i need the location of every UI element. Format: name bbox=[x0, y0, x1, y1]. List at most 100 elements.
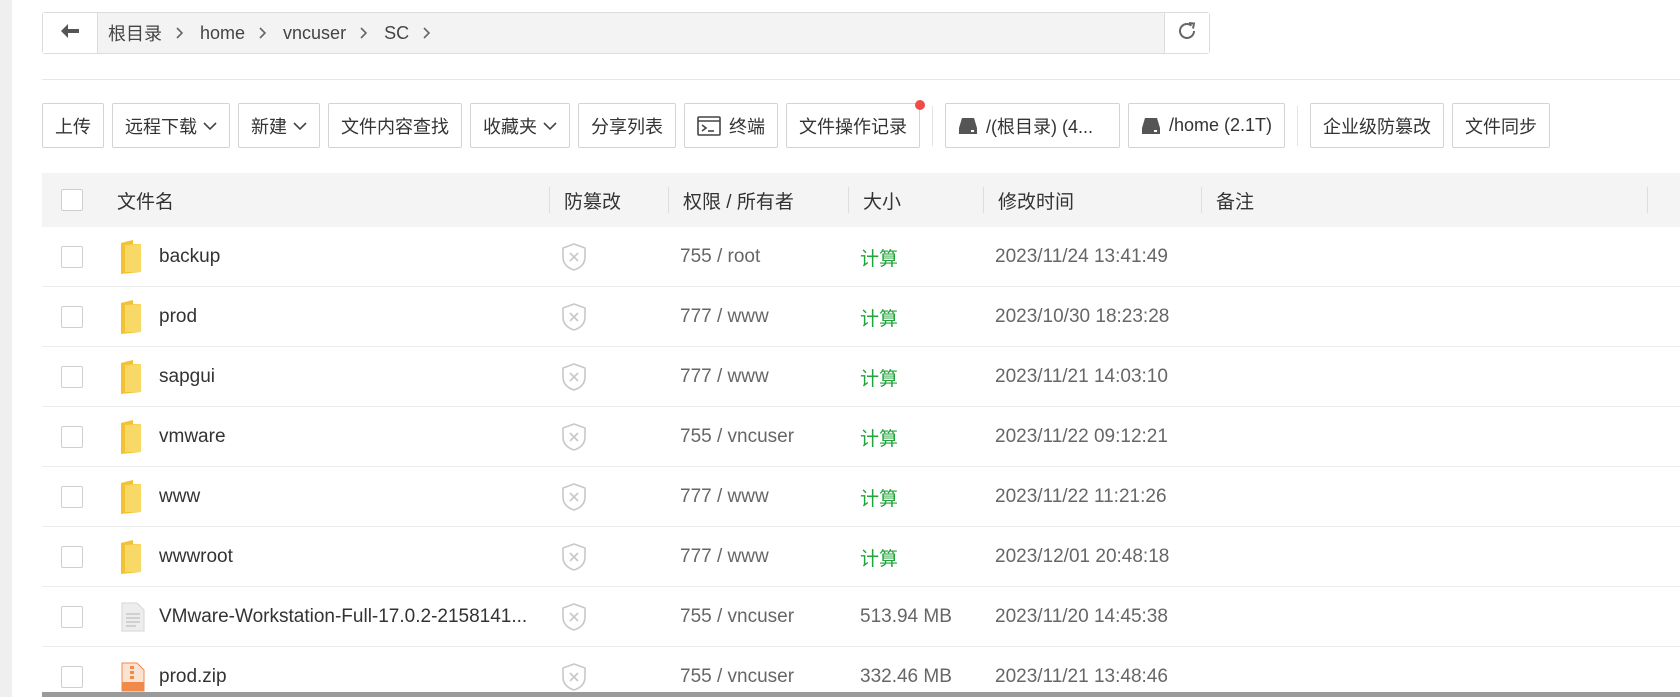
header-remark: 备注 bbox=[1216, 191, 1255, 213]
table-row[interactable]: vmware 755 / vncuser 计算 2023/11/22 09:12… bbox=[42, 407, 1680, 467]
row-checkbox[interactable] bbox=[61, 666, 83, 688]
terminal-button[interactable]: 终端 bbox=[684, 103, 778, 148]
file-name[interactable]: backup bbox=[159, 227, 220, 287]
row-checkbox[interactable] bbox=[61, 246, 83, 268]
left-scroll-strip bbox=[0, 0, 12, 697]
table-row[interactable]: prod.zip 755 / vncuser 332.46 MB 2023/11… bbox=[42, 647, 1680, 697]
size-calc-link[interactable]: 计算 bbox=[860, 467, 898, 527]
row-checkbox-cell bbox=[61, 467, 83, 527]
mtime: 2023/11/22 11:21:26 bbox=[995, 486, 1167, 507]
size-calc-link[interactable]: 计算 bbox=[860, 407, 898, 467]
table-row[interactable]: backup 755 / root 计算 2023/11/24 13:41:49 bbox=[42, 227, 1680, 287]
size-calc-link[interactable]: 计算 bbox=[860, 227, 898, 287]
file-size: 332.46 MB bbox=[860, 666, 952, 687]
new-button[interactable]: 新建 bbox=[238, 103, 320, 148]
header-size[interactable]: 大小 bbox=[863, 173, 901, 227]
file-name[interactable]: prod bbox=[159, 287, 197, 347]
perm-owner[interactable]: 755 / vncuser bbox=[680, 407, 794, 467]
header-tamper: 防篡改 bbox=[564, 191, 622, 213]
perm-owner[interactable]: 777 / www bbox=[680, 347, 769, 407]
remote-download-button[interactable]: 远程下载 bbox=[112, 103, 230, 148]
perm-owner[interactable]: 755 / vncuser bbox=[680, 587, 794, 647]
disk-icon bbox=[958, 117, 978, 135]
header-mtime[interactable]: 修改时间 bbox=[998, 173, 1074, 227]
favorites-label: 收藏夹 bbox=[483, 116, 537, 137]
operation-log-button[interactable]: 文件操作记录 bbox=[786, 100, 925, 148]
size-calc-link[interactable]: 计算 bbox=[860, 347, 898, 407]
breadcrumb-path: 根目录 home vncuser SC bbox=[98, 13, 1164, 53]
breadcrumb-item-root[interactable]: 根目录 bbox=[108, 20, 162, 46]
chevron-right-icon[interactable] bbox=[423, 27, 431, 39]
horizontal-scrollbar[interactable] bbox=[42, 692, 1680, 697]
file-name[interactable]: vmware bbox=[159, 407, 226, 467]
upload-button[interactable]: 上传 bbox=[42, 103, 104, 148]
share-list-label: 分享列表 bbox=[591, 116, 663, 137]
perm-owner[interactable]: 755 / vncuser bbox=[680, 647, 794, 697]
breadcrumb-item-home[interactable]: home bbox=[200, 23, 245, 44]
perm-owner[interactable]: 777 / www bbox=[680, 467, 769, 527]
mtime: 2023/11/21 14:03:10 bbox=[995, 366, 1168, 387]
shield-x-icon[interactable] bbox=[560, 347, 588, 407]
table-row[interactable]: sapgui 777 / www 计算 2023/11/21 14:03:10 bbox=[42, 347, 1680, 407]
size-calc-link[interactable]: 计算 bbox=[860, 287, 898, 347]
folder-icon bbox=[119, 467, 143, 527]
folder-icon bbox=[119, 527, 143, 587]
content-search-button[interactable]: 文件内容查找 bbox=[328, 103, 462, 148]
table-row[interactable]: prod 777 / www 计算 2023/10/30 18:23:28 bbox=[42, 287, 1680, 347]
zip-icon bbox=[121, 647, 145, 697]
file-sync-label: 文件同步 bbox=[1465, 116, 1538, 137]
header-perm-owner[interactable]: 权限 / 所有者 bbox=[683, 173, 794, 227]
terminal-icon bbox=[697, 115, 721, 136]
row-checkbox[interactable] bbox=[61, 606, 83, 628]
back-button[interactable] bbox=[43, 13, 98, 53]
mtime: 2023/11/21 13:48:46 bbox=[995, 666, 1168, 687]
file-name[interactable]: www bbox=[159, 467, 200, 527]
perm-owner[interactable]: 755 / root bbox=[680, 227, 760, 287]
file-sync-button[interactable]: 文件同步 bbox=[1452, 103, 1551, 148]
table-row[interactable]: wwwroot 777 / www 计算 2023/12/01 20:48:18 bbox=[42, 527, 1680, 587]
shield-x-icon[interactable] bbox=[560, 527, 588, 587]
terminal-label: 终端 bbox=[729, 116, 765, 137]
new-label: 新建 bbox=[251, 116, 287, 137]
row-checkbox[interactable] bbox=[61, 426, 83, 448]
file-name[interactable]: wwwroot bbox=[159, 527, 233, 587]
refresh-button[interactable] bbox=[1164, 13, 1209, 53]
row-checkbox[interactable] bbox=[61, 546, 83, 568]
refresh-icon bbox=[1176, 20, 1198, 47]
file-icon bbox=[121, 587, 145, 647]
breadcrumb-item-sc[interactable]: SC bbox=[384, 23, 409, 44]
file-name[interactable]: VMware-Workstation-Full-17.0.2-2158141..… bbox=[159, 587, 527, 647]
breadcrumb-item-vncuser[interactable]: vncuser bbox=[283, 23, 346, 44]
shield-x-icon[interactable] bbox=[560, 587, 588, 647]
header-name[interactable]: 文件名 bbox=[117, 173, 174, 227]
share-list-button[interactable]: 分享列表 bbox=[578, 103, 676, 148]
tamper-proof-button[interactable]: 企业级防篡改 bbox=[1310, 103, 1445, 148]
chevron-down-icon bbox=[293, 121, 307, 131]
shield-x-icon[interactable] bbox=[560, 647, 588, 697]
file-name[interactable]: sapgui bbox=[159, 347, 215, 407]
shield-x-icon[interactable] bbox=[560, 287, 588, 347]
row-checkbox[interactable] bbox=[61, 486, 83, 508]
column-divider bbox=[848, 187, 849, 213]
mtime: 2023/10/30 18:23:28 bbox=[995, 306, 1170, 327]
table-row[interactable]: VMware-Workstation-Full-17.0.2-2158141..… bbox=[42, 587, 1680, 647]
disk-root-button[interactable]: /(根目录) (4... bbox=[945, 103, 1120, 148]
folder-icon bbox=[119, 347, 143, 407]
shield-x-icon[interactable] bbox=[560, 467, 588, 527]
favorites-button[interactable]: 收藏夹 bbox=[470, 103, 570, 148]
row-checkbox[interactable] bbox=[61, 366, 83, 388]
folder-icon bbox=[119, 407, 143, 467]
table-row[interactable]: www 777 / www 计算 2023/11/22 11:21:26 bbox=[42, 467, 1680, 527]
shield-x-icon[interactable] bbox=[560, 227, 588, 287]
disk-home-button[interactable]: /home (2.1T) bbox=[1128, 103, 1286, 148]
row-checkbox[interactable] bbox=[61, 306, 83, 328]
size-calc-link[interactable]: 计算 bbox=[860, 527, 898, 587]
row-checkbox-cell bbox=[61, 587, 83, 647]
notification-dot bbox=[915, 100, 925, 110]
folder-icon bbox=[119, 227, 143, 287]
perm-owner[interactable]: 777 / www bbox=[680, 527, 769, 587]
shield-x-icon[interactable] bbox=[560, 407, 588, 467]
select-all-checkbox[interactable] bbox=[61, 189, 83, 211]
file-name[interactable]: prod.zip bbox=[159, 647, 227, 697]
perm-owner[interactable]: 777 / www bbox=[680, 287, 769, 347]
